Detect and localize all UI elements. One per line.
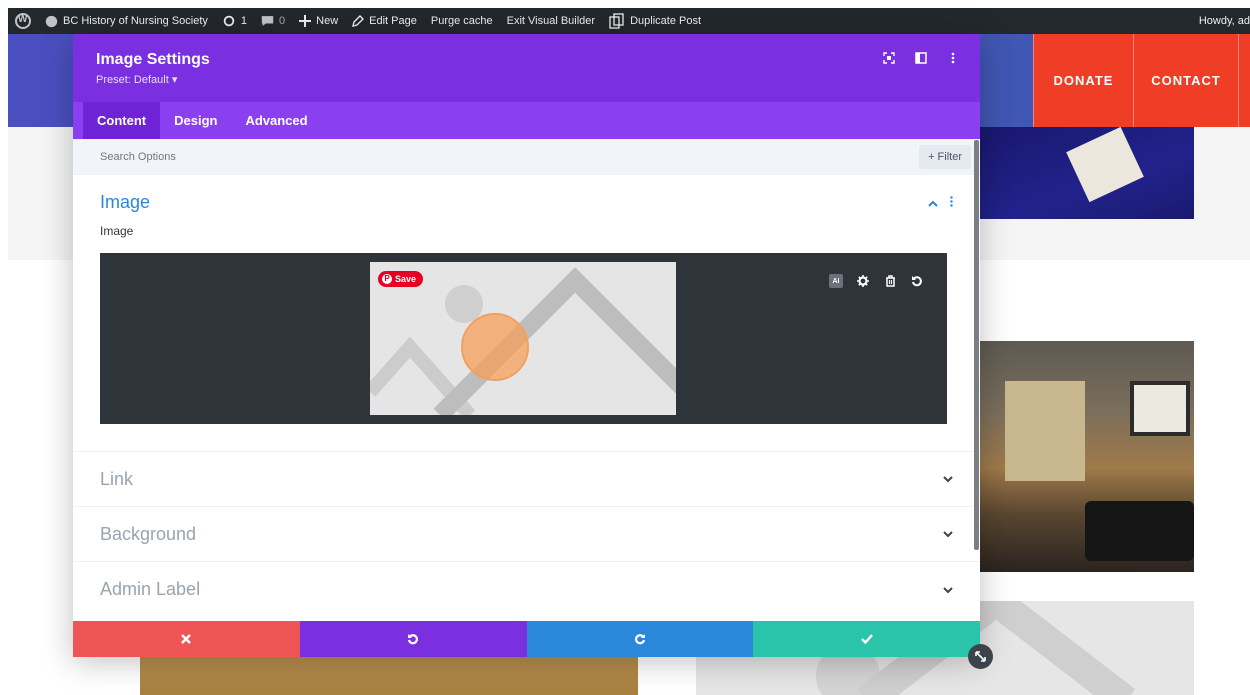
modal-tabs: Content Design Advanced [73,102,980,139]
new-content-link[interactable]: New [292,8,345,34]
save-button[interactable] [753,621,980,657]
discard-button[interactable] [73,621,300,657]
resize-handle[interactable] [968,644,993,669]
image-settings-modal: Image Settings Preset: Default ▾ Content… [73,34,980,657]
redo-button[interactable] [526,621,754,657]
admin-label-section-title: Admin Label [100,579,201,599]
document-paper [1066,126,1144,203]
contact-button[interactable]: CONTACT [1133,34,1238,127]
filter-button[interactable]: + Filter [919,145,971,169]
image-field-label: Image [100,224,134,238]
gear-icon[interactable] [856,274,870,288]
purge-cache-link[interactable]: Purge cache [424,8,500,34]
plus-icon [299,15,312,27]
updates-count: 1 [240,15,248,27]
image-section-title: Image [100,192,151,212]
modal-scrollbar[interactable] [974,140,979,550]
more-options-icon[interactable] [946,52,960,66]
undo-button[interactable] [299,621,527,657]
display-case [1005,381,1085,481]
new-label: New [316,15,339,27]
reset-icon[interactable] [910,274,924,288]
image-tools: AI [829,274,924,288]
admin-label-section-header[interactable]: Admin Label [73,562,980,617]
comments-link[interactable]: 0 [254,8,292,34]
edit-page-label: Edit Page [369,15,417,27]
resize-icon [975,651,986,662]
site-nav: DONATE CONTACT [1033,34,1250,127]
image-upload-preview[interactable]: P Save AI [100,253,947,424]
howdy-label: Howdy, ad [1198,15,1250,27]
pinterest-icon: P [382,274,392,284]
duplicate-icon [609,13,624,29]
modal-footer [73,621,980,657]
preset-dropdown[interactable]: Preset: Default ▾ [96,73,980,86]
tab-advanced[interactable]: Advanced [231,102,321,139]
nav-extra-button[interactable] [1238,34,1250,127]
photo-lounge-display [975,341,1194,572]
duplicate-post-link[interactable]: Duplicate Post [602,8,708,34]
tab-content[interactable]: Content [83,102,161,139]
dashboard-icon [45,15,58,27]
tab-design[interactable]: Design [160,102,231,139]
chevron-up-icon[interactable] [928,196,938,210]
fullscreen-icon[interactable] [882,52,896,66]
section-menu-icon[interactable] [950,194,953,212]
site-name-link[interactable]: BC History of Nursing Society [38,8,215,34]
chevron-down-icon[interactable] [943,583,953,597]
duplicate-post-label: Duplicate Post [630,15,702,27]
framed-picture [1130,381,1190,436]
photo-documents-on-blue [975,126,1194,219]
image-thumbnail[interactable]: P Save [370,262,676,415]
split-view-icon[interactable] [914,52,928,66]
chevron-down-icon[interactable] [943,472,953,486]
updates-link[interactable]: 1 [215,8,254,34]
trash-icon[interactable] [883,274,897,288]
comments-count: 0 [279,15,286,27]
modal-header: Image Settings Preset: Default ▾ [73,34,980,102]
pinterest-save-label: Save [395,274,417,284]
search-options-input[interactable] [100,151,920,163]
howdy-account-link[interactable]: Howdy, ad [1192,8,1250,34]
search-row: + Filter [73,139,980,175]
modal-title: Image Settings [96,51,210,68]
click-indicator [461,313,529,381]
image-section-header[interactable]: Image [73,175,980,230]
close-icon [181,634,192,644]
black-couch [1085,501,1194,561]
comment-icon [261,16,274,26]
background-section-header[interactable]: Background [73,507,980,562]
pinterest-save-button[interactable]: P Save [378,271,424,287]
background-section-title: Background [100,523,197,544]
wp-admin-bar: BC History of Nursing Society 1 0 New Ed… [8,8,1250,34]
link-section-header[interactable]: Link [73,452,980,507]
ai-icon[interactable]: AI [829,274,843,288]
pencil-icon [352,15,365,27]
checkmark-icon [860,634,873,644]
refresh-icon [223,15,235,27]
wordpress-logo-icon[interactable] [8,8,38,34]
donate-button[interactable]: DONATE [1033,34,1133,127]
chevron-down-icon[interactable] [943,527,953,541]
site-name-label: BC History of Nursing Society [63,15,208,27]
exit-builder-label: Exit Visual Builder [506,15,596,27]
edit-page-link[interactable]: Edit Page [345,8,424,34]
undo-icon [408,634,419,645]
redo-icon [634,634,645,645]
purge-cache-label: Purge cache [430,15,493,27]
link-section-title: Link [100,468,134,489]
exit-visual-builder-link[interactable]: Exit Visual Builder [500,8,602,34]
